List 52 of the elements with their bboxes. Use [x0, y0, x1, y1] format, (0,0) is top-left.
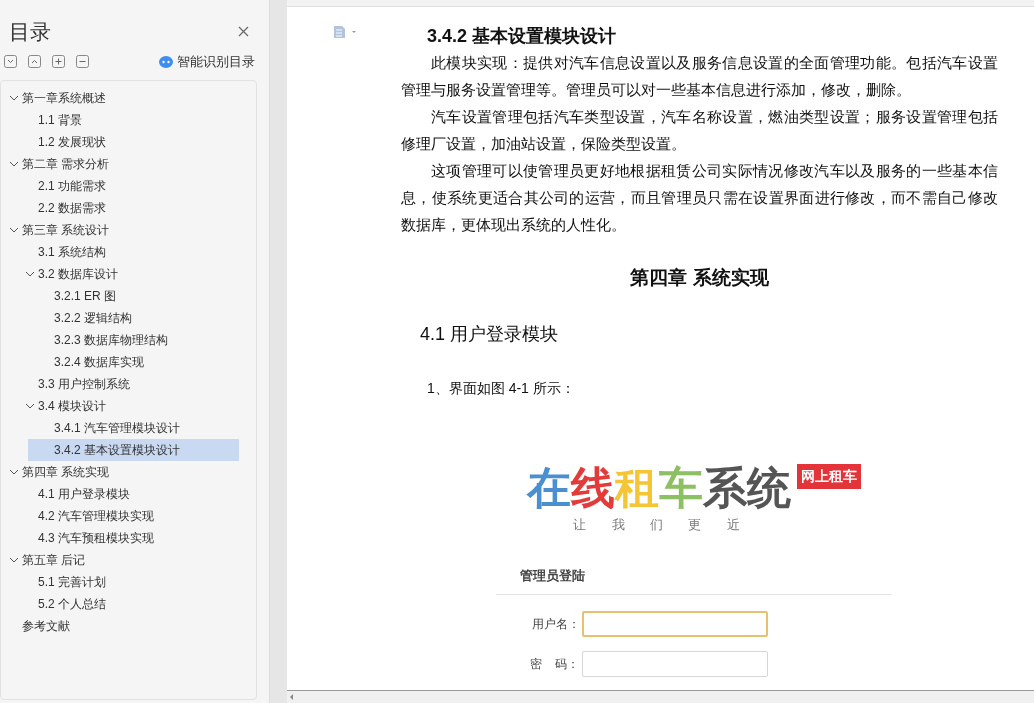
body-paragraph: 此模块实现：提供对汽车信息设置以及服务信息设置的全面管理功能。包括汽车设置管理与服务设置管理等。管理员可以对一些基本信息进行添加，修改，删除。: [401, 53, 998, 100]
toc-item[interactable]: 3.4.1 汽车管理模块设计: [54, 417, 181, 440]
toc-item[interactable]: 5.2 个人总结: [38, 593, 106, 616]
logo-text: 系统: [702, 462, 791, 513]
toc-item[interactable]: 3.2 数据库设计: [38, 263, 118, 286]
plus-icon[interactable]: [52, 55, 65, 69]
toc-item[interactable]: 3.3 用户控制系统: [38, 373, 130, 396]
tagline: 让 我 们 更 近: [573, 515, 744, 534]
section-heading: 3.4.2 基本设置模块设计: [426, 25, 618, 48]
toc-item[interactable]: 2.2 数据需求: [38, 197, 106, 220]
toc-item[interactable]: 4.1 用户登录模块: [38, 483, 130, 506]
toc-item[interactable]: 3.4.2 基本设置模块设计: [28, 439, 239, 462]
toc-item[interactable]: 3.4 模块设计: [38, 395, 106, 418]
body-paragraph: 这项管理可以使管理员更好地根据租赁公司实际情况修改汽车以及服务的一些基本信息，使系统更适合其公司的运营，而且管理员只需在设置界面进行修改，而不需自己修改数据库，更体现出系统的人性化。: [401, 161, 998, 235]
subsection-heading: 4.1 用户登录模块: [419, 322, 560, 346]
figure-caption-line: 1、界面如图 4-1 所示：: [426, 378, 576, 398]
toc-item[interactable]: 第四章 系统实现: [22, 461, 110, 484]
smart-toc-button[interactable]: 智能识别目录: [159, 52, 255, 72]
toc-item[interactable]: 4.3 汽车预租模块实现: [38, 527, 154, 550]
body-paragraph: 汽车设置管理包括汽车类型设置，汽车名称设置，燃油类型设置；服务设置管理包括修理厂设置，加油站设置，保险类型设置。: [401, 107, 998, 154]
toc-item[interactable]: 2.1 功能需求: [38, 175, 106, 198]
toc-item[interactable]: 4.2 汽车管理模块实现: [38, 505, 154, 528]
toc-item[interactable]: 1.2 发展现状: [38, 131, 106, 154]
expand-all-icon[interactable]: [4, 55, 17, 69]
input-field[interactable]: [581, 650, 768, 677]
logo-text: 线: [570, 462, 615, 513]
close-icon[interactable]: [238, 26, 249, 38]
robot-icon: [159, 55, 173, 68]
toc-item[interactable]: 3.2.1 ER 图: [54, 285, 117, 308]
toc-item[interactable]: 5.1 完善计划: [38, 571, 106, 594]
toc-item[interactable]: 1.1 背景: [38, 109, 82, 132]
chapter-heading: 第四章 系统实现: [629, 266, 770, 290]
logo-text: 租: [614, 462, 659, 513]
input-field[interactable]: [581, 610, 768, 637]
logo-text: 在: [526, 462, 571, 513]
toc-item[interactable]: 3.1 系统结构: [38, 241, 106, 264]
collapse-all-icon[interactable]: [28, 55, 41, 69]
toc-item[interactable]: 3.2.2 逻辑结构: [54, 307, 133, 330]
toc-item[interactable]: 3.2.3 数据库物理结构: [54, 329, 169, 352]
minus-icon[interactable]: [76, 55, 89, 69]
toc-item[interactable]: 第五章 后记: [22, 549, 86, 572]
toc-item[interactable]: 参考文献: [22, 615, 70, 638]
toc-item[interactable]: 第二章 需求分析: [22, 153, 110, 176]
login-title: 管理员登陆: [495, 566, 892, 595]
field-label: 密 码：: [529, 655, 581, 673]
badge: 网上租车: [796, 463, 861, 489]
sidebar-title: 目录: [9, 19, 51, 45]
toc-item[interactable]: 第一章系统概述: [22, 87, 106, 110]
logo-text: 车: [658, 462, 703, 513]
toc-item[interactable]: 3.2.4 数据库实现: [54, 351, 145, 374]
toc-item[interactable]: 第三章 系统设计: [22, 219, 110, 242]
field-label: 用户名：: [530, 615, 581, 633]
